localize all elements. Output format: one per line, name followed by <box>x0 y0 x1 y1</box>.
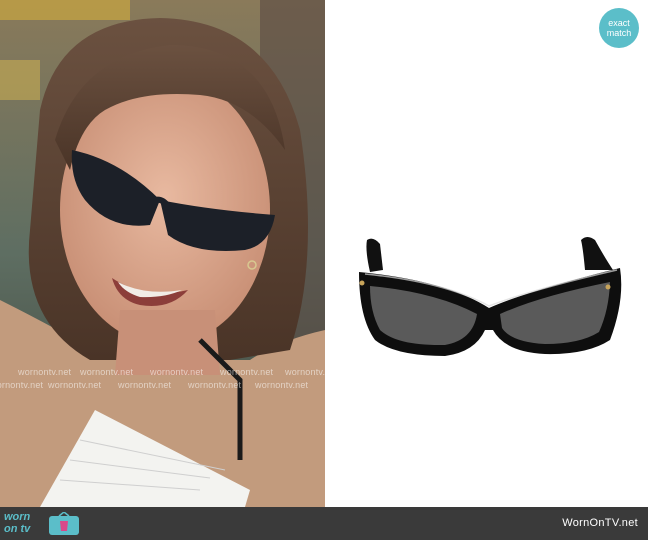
scene-illustration <box>0 0 325 507</box>
watermark-strip: wornontv.net wornontv.net wornontv.net w… <box>0 367 325 393</box>
watermark-text: wornontv.net <box>150 367 204 377</box>
watermark-text: wornontv.net <box>48 380 102 390</box>
watermark-text: wornontv.net <box>80 367 134 377</box>
logo-word-bottom: on tv <box>4 523 31 535</box>
watermark-text: wornontv.net <box>118 380 172 390</box>
scene-photo: wornontv.net wornontv.net wornontv.net w… <box>0 0 325 507</box>
watermark-text: wornontv.net <box>255 380 309 390</box>
footer-bar: worn on tv WornOnTV.net <box>0 507 648 540</box>
wornontv-logo[interactable]: worn on tv <box>4 510 84 538</box>
tv-icon <box>49 512 79 535</box>
watermark-text: wornontv.net <box>18 367 72 377</box>
watermark-text: wornontv.net <box>220 367 274 377</box>
watermark-text: wornontv.net <box>285 367 325 377</box>
site-name[interactable]: WornOnTV.net <box>562 517 638 529</box>
watermark-text: wornontv.net <box>188 380 242 390</box>
watermark-text: wornontv.net <box>0 380 44 390</box>
badge-line2: match <box>606 28 632 38</box>
badge-line1: exact <box>608 18 630 28</box>
exact-match-badge: exact match <box>599 8 639 48</box>
logo-word-top: worn <box>4 511 31 523</box>
sunglasses-illustration <box>359 237 622 356</box>
product-image: exact match <box>325 0 648 507</box>
